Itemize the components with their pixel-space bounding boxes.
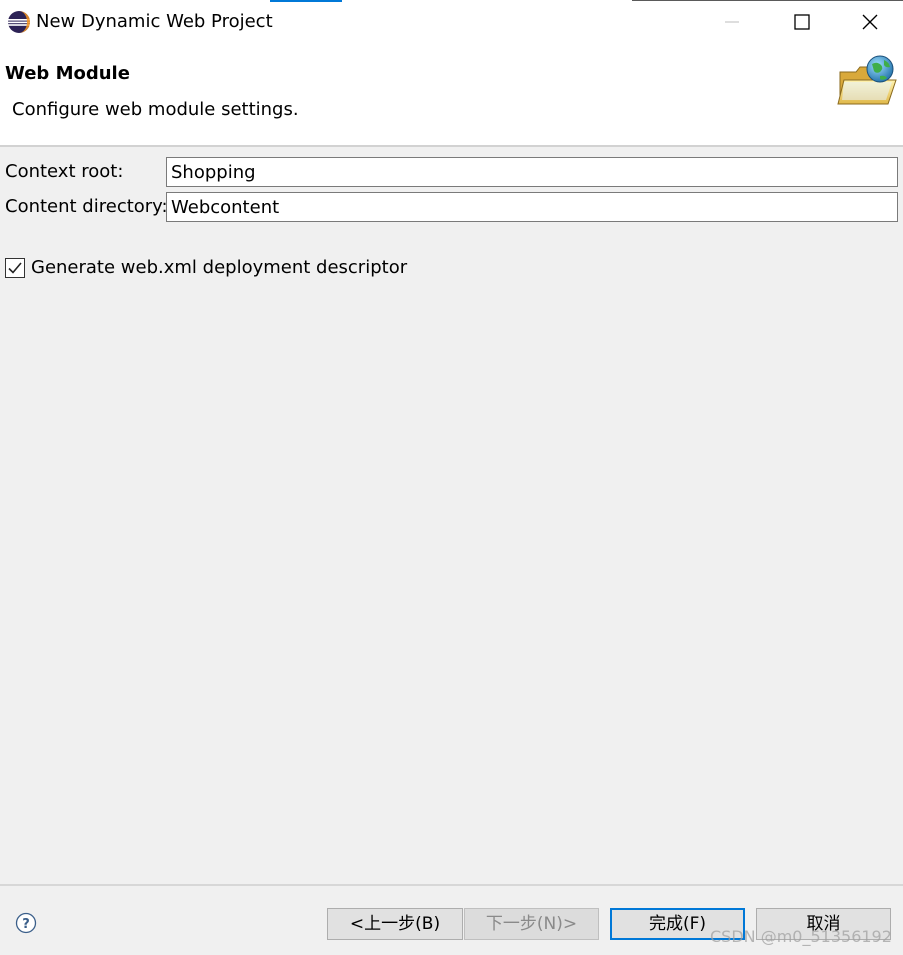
generate-webxml-option[interactable]: Generate web.xml deployment descriptor <box>5 256 407 280</box>
web-folder-globe-icon <box>837 55 897 105</box>
window-title: New Dynamic Web Project <box>36 11 273 32</box>
context-root-label: Context root: <box>5 161 124 182</box>
maximize-icon <box>794 14 810 30</box>
svg-text:?: ? <box>22 917 30 932</box>
eclipse-icon <box>8 11 30 33</box>
generate-webxml-checkbox[interactable] <box>5 258 25 278</box>
generate-webxml-label: Generate web.xml deployment descriptor <box>31 257 408 278</box>
title-accent <box>270 0 342 2</box>
context-root-input[interactable] <box>166 157 898 187</box>
page-title: Web Module <box>5 63 130 84</box>
content-directory-label: Content directory: <box>5 196 168 217</box>
help-icon[interactable]: ? <box>15 912 37 934</box>
minimize-button[interactable] <box>697 0 767 44</box>
next-button[interactable]: 下一步(N)> <box>464 908 599 940</box>
watermark: CSDN @m0_51356192 <box>710 927 892 946</box>
close-icon <box>862 14 878 30</box>
back-button[interactable]: <上一步(B) <box>327 908 463 940</box>
footer-separator <box>0 884 903 886</box>
content-directory-input[interactable] <box>166 192 898 222</box>
title-bar: New Dynamic Web Project <box>0 0 903 44</box>
maximize-button[interactable] <box>767 0 837 44</box>
page-description: Configure web module settings. <box>12 99 299 120</box>
checkmark-icon <box>8 262 22 274</box>
minimize-icon <box>725 21 739 23</box>
header-separator <box>0 145 903 147</box>
close-button[interactable] <box>837 0 903 44</box>
wizard-header: Web Module Configure web module settings… <box>0 44 903 145</box>
